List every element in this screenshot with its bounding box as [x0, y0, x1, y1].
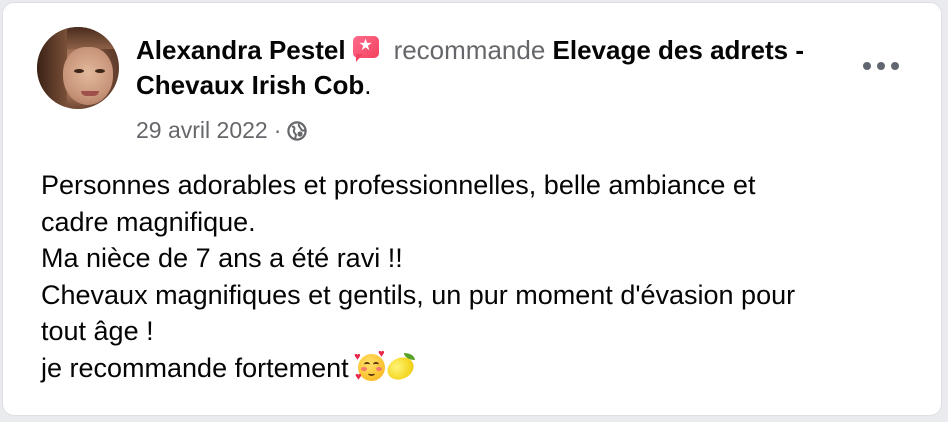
post-date-link[interactable]: 29 avril 2022 [136, 117, 268, 143]
recommend-star-icon: ★ [352, 36, 380, 62]
review-line-text: je recommande fortement [41, 352, 349, 383]
review-card: Alexandra Pestel ★ recommande Elevage des … [2, 2, 942, 416]
review-line: cadre magnifique. [41, 206, 256, 237]
meta-separator: · [273, 117, 282, 143]
more-options-button[interactable] [859, 50, 903, 80]
review-line: Personnes adorables et professionnelles,… [41, 170, 756, 200]
header-period: . [364, 70, 372, 100]
smiling-face-with-hearts-icon: ♥ ♥ ♥ [354, 347, 386, 383]
lemon-icon [383, 352, 418, 384]
review-line: tout âge ! [41, 316, 154, 346]
post-header: Alexandra Pestel ★ recommande Elevage des … [136, 33, 836, 103]
author-avatar[interactable] [37, 27, 119, 109]
recommend-verb: recommande [393, 35, 546, 65]
post-meta: 29 avril 2022 · [136, 115, 308, 145]
author-name-link[interactable]: Alexandra Pestel [136, 35, 346, 65]
review-text: Personnes adorables et professionnelles,… [41, 167, 921, 386]
review-line: Chevaux magnifiques et gentils, un pur m… [41, 279, 796, 310]
review-line: Ma nièce de 7 ans a été ravi !! [41, 243, 403, 273]
globe-icon [287, 118, 308, 141]
review-line-last: je recommande fortement ♥ ♥ ♥ [41, 347, 921, 387]
